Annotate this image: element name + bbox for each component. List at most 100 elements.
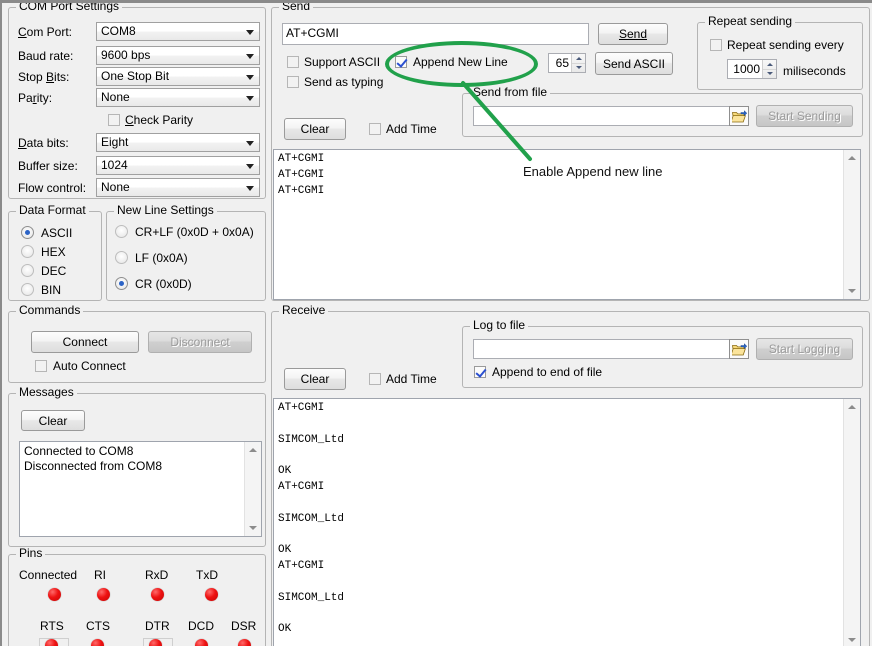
stepper-down-icon[interactable] (763, 70, 776, 79)
new-line-radio-cr[interactable] (115, 277, 128, 290)
data-bits-value: Eight (101, 135, 128, 149)
scroll-up-icon[interactable] (844, 150, 860, 166)
scroll-up-icon[interactable] (245, 442, 261, 458)
com-port-settings-group: COM Port Settings Com Port: COM8 Baud ra… (8, 7, 266, 199)
data-format-radio-ascii[interactable] (21, 226, 34, 239)
support-ascii-checkbox[interactable] (287, 56, 299, 68)
chevron-down-icon (246, 54, 254, 59)
stop-bits-select[interactable]: One Stop Bit (96, 67, 260, 86)
pin-led-txd (205, 588, 218, 601)
send-add-time-checkbox[interactable] (369, 123, 381, 135)
stepper-down-icon[interactable] (572, 64, 585, 73)
stop-bits-value: One Stop Bit (101, 69, 169, 83)
pin-led-dtr (149, 639, 162, 646)
send-command-value: AT+CGMI (286, 26, 339, 40)
messages-clear-button[interactable]: Clear (21, 410, 85, 431)
pin-label-dsr: DSR (231, 619, 256, 633)
messages-log[interactable]: Connected to COM8 Disconnected from COM8 (19, 441, 262, 537)
send-caption: Send (279, 0, 313, 13)
auto-connect-label: Auto Connect (53, 359, 126, 373)
messages-caption: Messages (16, 386, 77, 399)
send-clear-button[interactable]: Clear (284, 118, 346, 140)
check-parity-checkbox[interactable] (108, 114, 120, 126)
chevron-down-icon (246, 186, 254, 191)
commands-caption: Commands (16, 304, 83, 317)
com-port-select[interactable]: COM8 (96, 22, 260, 41)
stepper-buttons[interactable] (571, 54, 585, 72)
scroll-down-icon[interactable] (844, 632, 860, 646)
repeat-sending-group: Repeat sending Repeat sending every 1000… (697, 22, 863, 90)
receive-log[interactable]: AT+CGMI SIMCOM_Ltd OK AT+CGMI SIMCOM_Ltd… (273, 398, 861, 646)
log-file-browse-button[interactable] (729, 339, 749, 359)
start-logging-button[interactable]: Start Logging (756, 338, 853, 360)
pin-label-dtr: DTR (145, 619, 170, 633)
flow-control-label: Flow control: (18, 181, 86, 195)
baud-rate-select[interactable]: 9600 bps (96, 46, 260, 65)
append-new-line-checkbox[interactable] (395, 56, 407, 68)
pin-led-cts (91, 639, 104, 646)
send-group: Send AT+CGMI Send Support ASCII Send as … (271, 7, 870, 301)
stepper-up-icon[interactable] (572, 54, 585, 64)
pin-label-txd: TxD (196, 568, 218, 582)
ascii-code-stepper[interactable]: 65 (548, 53, 586, 73)
data-format-radio-dec[interactable] (21, 264, 34, 277)
new-line-radio-crlf[interactable] (115, 225, 128, 238)
send-as-typing-label: Send as typing (304, 75, 383, 89)
chevron-down-icon (246, 141, 254, 146)
pin-label-rxd: RxD (145, 568, 168, 582)
pins-caption: Pins (16, 547, 45, 560)
send-log-scrollbar[interactable] (843, 150, 860, 299)
repeat-interval-stepper[interactable]: 1000 (727, 59, 777, 79)
new-line-label-crlf: CR+LF (0x0D + 0x0A) (135, 225, 254, 239)
repeat-sending-label: Repeat sending every (727, 38, 844, 52)
stepper-up-icon[interactable] (763, 60, 776, 70)
pin-label-connected: Connected (19, 568, 77, 582)
data-format-radio-bin[interactable] (21, 283, 34, 296)
send-command-input[interactable]: AT+CGMI (282, 23, 589, 45)
flow-control-select[interactable]: None (96, 178, 260, 197)
disconnect-button[interactable]: Disconnect (148, 331, 252, 353)
send-button[interactable]: Send (598, 23, 668, 45)
send-as-typing-checkbox[interactable] (287, 76, 299, 88)
repeat-sending-checkbox[interactable] (710, 39, 722, 51)
buffer-size-value: 1024 (101, 158, 128, 172)
messages-scrollbar[interactable] (244, 442, 261, 536)
repeat-interval-unit: miliseconds (783, 64, 846, 78)
pin-led-connected (48, 588, 61, 601)
data-bits-select[interactable]: Eight (96, 133, 260, 152)
scroll-up-icon[interactable] (844, 399, 860, 415)
new-line-label-cr: CR (0x0D) (135, 277, 192, 291)
pin-led-rxd (151, 588, 164, 601)
parity-select[interactable]: None (96, 88, 260, 107)
data-bits-label: Data bits: (18, 136, 69, 150)
support-ascii-label: Support ASCII (304, 55, 380, 69)
send-file-path-input[interactable] (473, 106, 739, 126)
send-ascii-button[interactable]: Send ASCII (595, 52, 673, 75)
buffer-size-select[interactable]: 1024 (96, 156, 260, 175)
append-to-end-checkbox[interactable] (474, 366, 486, 378)
start-sending-button[interactable]: Start Sending (756, 105, 853, 127)
scroll-down-icon[interactable] (245, 520, 261, 536)
com-port-label: Com Port: (18, 25, 72, 39)
data-format-radio-hex[interactable] (21, 245, 34, 258)
log-file-path-input[interactable] (473, 339, 739, 359)
pin-label-dcd: DCD (188, 619, 214, 633)
new-line-label-lf: LF (0x0A) (135, 251, 188, 265)
repeat-sending-caption: Repeat sending (705, 15, 795, 28)
receive-clear-button[interactable]: Clear (284, 368, 346, 390)
scroll-down-icon[interactable] (844, 283, 860, 299)
pin-led-ri (97, 588, 110, 601)
messages-log-text: Connected to COM8 Disconnected from COM8 (24, 444, 243, 536)
connect-button[interactable]: Connect (31, 331, 139, 353)
receive-add-time-checkbox[interactable] (369, 373, 381, 385)
pin-label-cts: CTS (86, 619, 110, 633)
new-line-radio-lf[interactable] (115, 251, 128, 264)
send-file-browse-button[interactable] (729, 106, 749, 126)
new-line-settings-group: New Line Settings CR+LF (0x0D + 0x0A) LF… (106, 211, 266, 301)
chevron-down-icon (246, 75, 254, 80)
receive-log-scrollbar[interactable] (843, 399, 860, 646)
stepper-buttons[interactable] (762, 60, 776, 78)
receive-log-text: AT+CGMI SIMCOM_Ltd OK AT+CGMI SIMCOM_Ltd… (278, 401, 842, 646)
chevron-down-icon (246, 30, 254, 35)
auto-connect-checkbox[interactable] (35, 360, 47, 372)
